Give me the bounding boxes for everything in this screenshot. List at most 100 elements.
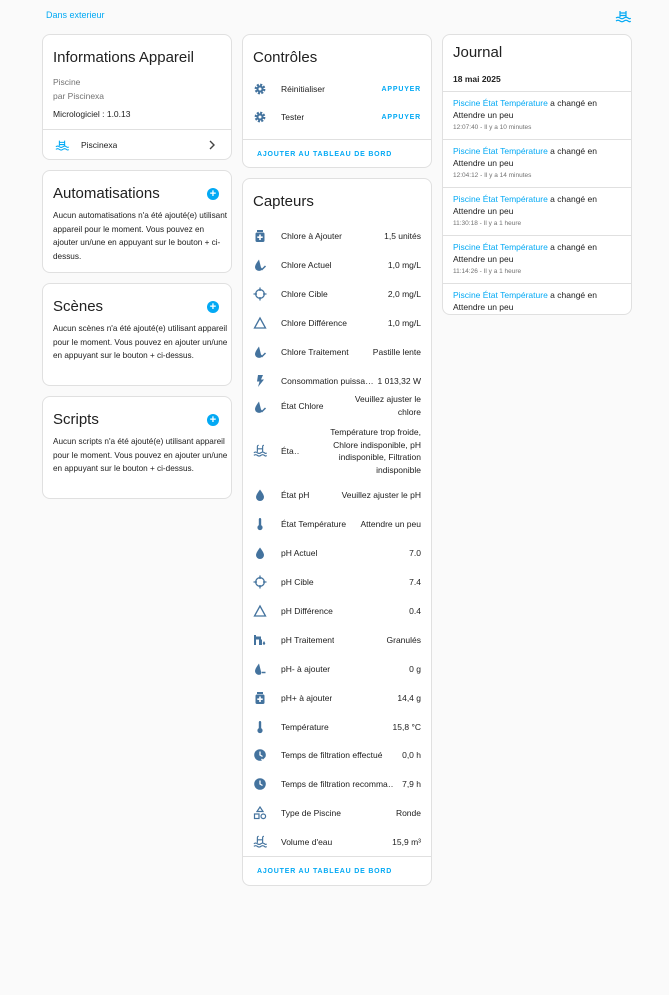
crosshairs-icon: [253, 575, 267, 589]
sensor-value: 0 g: [409, 664, 421, 674]
control-row[interactable]: Tester APPUYER: [243, 107, 431, 127]
control-row[interactable]: Réinitialiser APPUYER: [243, 79, 431, 99]
sensor-value: 14,4 g: [397, 693, 421, 703]
entity-link[interactable]: Piscine État Température: [453, 290, 548, 300]
sensor-name: pH Différence: [281, 605, 333, 616]
journal-message: Piscine État Température a changé en Att…: [453, 193, 623, 217]
journal-entry: Piscine État Température a changé en Att…: [443, 188, 631, 235]
add-to-dashboard-button[interactable]: AJOUTER AU TABLEAU DE BORD: [257, 151, 392, 158]
sensor-row[interactable]: Temps de filtration recomma… 7,9 h: [243, 773, 431, 795]
entity-link[interactable]: Piscine État Température: [453, 98, 548, 108]
sensor-name: Type de Piscine: [281, 807, 342, 818]
sensor-row[interactable]: État Température Attendre un peu: [243, 513, 431, 535]
add-script-button[interactable]: +: [207, 414, 219, 426]
sensor-row[interactable]: Éta… Température trop froide, Chlore indi…: [243, 426, 431, 476]
sensor-value: 15,9 m³: [392, 837, 421, 847]
add-scene-button[interactable]: +: [207, 301, 219, 313]
pool-icon: [55, 138, 69, 152]
journal-message: Piscine État Température a changé en Att…: [453, 289, 623, 313]
sensor-row[interactable]: pH+ à ajouter 14,4 g: [243, 687, 431, 709]
press-button[interactable]: APPUYER: [382, 114, 421, 121]
sensor-name: Consommation puissa…: [281, 375, 374, 386]
sensor-name: Chlore Différence: [281, 317, 347, 328]
journal-time: 12:07:40 - Il y a 10 minutes: [453, 124, 532, 131]
journal-entry: Piscine État Température a changé en Att…: [443, 140, 631, 187]
press-button[interactable]: APPUYER: [382, 86, 421, 93]
card-title: Informations Appareil: [53, 49, 194, 66]
journal-time: 11:14:26 - Il y a 1 heure: [453, 268, 522, 275]
add-automation-button[interactable]: +: [207, 188, 219, 200]
chevron-right-icon: [207, 139, 217, 151]
crosshairs-icon: [253, 287, 267, 301]
sensor-name: Éta…: [281, 445, 299, 456]
water-check-icon: [253, 400, 267, 414]
sensor-value: Veuillez ajuster le chlore: [354, 394, 421, 417]
entity-link[interactable]: Piscine État Température: [453, 242, 548, 252]
area-link[interactable]: Dans exterieur: [46, 10, 105, 20]
integration-label: Piscinexa: [81, 140, 118, 150]
pool-icon: [253, 444, 267, 458]
sensor-row[interactable]: Consommation puissa… 1 013,32 W: [243, 370, 431, 392]
sensor-row[interactable]: Chlore Différence 1,0 mg/L: [243, 312, 431, 334]
journal-message: Piscine État Température a changé en Att…: [453, 97, 623, 121]
sensor-name: Température: [281, 721, 329, 732]
sensor-row[interactable]: pH Différence 0.4: [243, 600, 431, 622]
sensor-value: 1 013,32 W: [377, 376, 421, 386]
sensor-row[interactable]: Chlore Actuel 1,0 mg/L: [243, 254, 431, 276]
sensor-name: État Chlore: [281, 401, 324, 411]
sensor-row[interactable]: Volume d'eau 15,9 m³: [243, 831, 431, 853]
control-name: Réinitialiser: [281, 84, 325, 94]
shapes-icon: [253, 806, 267, 820]
sensor-row[interactable]: Température 15,8 °C: [243, 716, 431, 738]
sensor-value: Granulés: [386, 635, 422, 645]
sensor-row[interactable]: pH Cible 7.4: [243, 571, 431, 593]
journal-time: 11:30:18 - Il y a 1 heure: [453, 220, 522, 227]
device-manufacturer: par Piscinexa: [53, 91, 105, 101]
device-model: Piscine: [53, 77, 81, 87]
journal-date: 18 mai 2025: [453, 74, 501, 84]
entity-link[interactable]: Piscine État Température: [453, 146, 548, 156]
sensor-row[interactable]: Chlore Traitement Pastille lente: [243, 341, 431, 363]
card-title: Contrôles: [253, 49, 318, 66]
water-drop-icon: [253, 546, 267, 560]
sensor-value: Température trop froide, Chlore indispon…: [330, 427, 421, 475]
add-to-dashboard-button[interactable]: AJOUTER AU TABLEAU DE BORD: [257, 868, 392, 875]
sensor-row[interactable]: pH Traitement Granulés: [243, 629, 431, 651]
sensor-row[interactable]: Chlore Cible 2,0 mg/L: [243, 283, 431, 305]
sensor-row[interactable]: Type de Piscine Ronde: [243, 802, 431, 824]
scenes-card: Scènes + Aucun scènes n'a été ajouté(e) …: [42, 283, 232, 386]
sensor-row[interactable]: pH- à ajouter 0 g: [243, 658, 431, 680]
top-bar: Dans exterieur: [0, 0, 669, 30]
sensor-value: 15,8 °C: [392, 722, 421, 732]
sensor-value: 7.0: [409, 548, 421, 558]
sensor-value: Veuillez ajuster le pH: [341, 490, 421, 500]
automations-card: Automatisations + Aucun automatisations …: [42, 170, 232, 273]
sensor-value: 2,0 mg/L: [387, 289, 421, 299]
divider: [243, 139, 431, 140]
sensor-row[interactable]: Chlore à Ajouter 1,5 unités: [243, 225, 431, 247]
sensor-row[interactable]: État Chlore Veuillez ajuster le chlore: [243, 393, 431, 420]
medical-bottle-icon: [253, 229, 267, 243]
card-title: Scripts: [53, 411, 99, 428]
control-name: Tester: [281, 112, 305, 122]
divider: [243, 856, 431, 857]
integration-row[interactable]: Piscinexa: [43, 130, 231, 159]
device-info-card: Informations Appareil Piscine par Piscin…: [42, 34, 232, 160]
card-description: Aucun scènes n'a été ajouté(e) utilisant…: [53, 324, 228, 360]
thermometer-icon: [253, 720, 267, 734]
entity-link[interactable]: Piscine État Température: [453, 194, 548, 204]
pool-icon[interactable]: [615, 8, 631, 24]
sensor-row[interactable]: pH Actuel 7.0: [243, 542, 431, 564]
sensor-value: 1,0 mg/L: [387, 260, 421, 270]
controls-card: Contrôles Réinitialiser APPUYER Tester A…: [242, 34, 432, 168]
journal-entry: Piscine État Température a changé en Att…: [443, 92, 631, 139]
gear-icon: [253, 82, 267, 96]
sensor-name: pH- à ajouter: [281, 663, 331, 674]
sensor-row[interactable]: Temps de filtration effectué 0,0 h: [243, 744, 431, 766]
sensor-name: Chlore Actuel: [281, 259, 332, 270]
sensor-row[interactable]: État pH Veuillez ajuster le pH: [243, 484, 431, 506]
clock-icon: [253, 777, 267, 791]
sensor-name: État pH: [281, 489, 310, 500]
delta-icon: [253, 604, 267, 618]
sensor-value: 1,5 unités: [384, 231, 421, 241]
